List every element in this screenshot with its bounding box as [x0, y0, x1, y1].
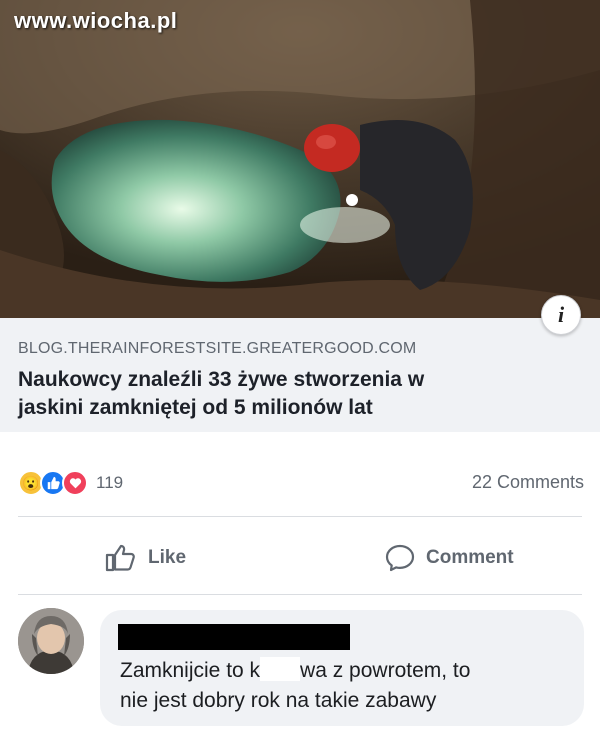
- love-reaction-icon: [62, 470, 88, 496]
- comment-bubble-icon: [385, 544, 415, 572]
- comments-count-link[interactable]: 22 Comments: [472, 472, 584, 493]
- comment-bubble: Zamknijcie to k wa z powrotem, to nie jes…: [100, 610, 584, 726]
- commenter-name-redacted: [118, 624, 350, 650]
- cave-photo-illustration: [0, 0, 600, 318]
- link-title-line-1: Naukowcy znaleźli 33 żywe stworzenia w: [18, 368, 425, 391]
- link-title-line-2: jaskini zamkniętej od 5 milionów lat: [18, 396, 373, 419]
- reactions-summary[interactable]: 😮 119: [18, 468, 123, 498]
- like-button[interactable]: Like: [104, 538, 186, 578]
- comment-button[interactable]: Comment: [384, 538, 514, 578]
- post-photo[interactable]: www.wiocha.pl: [0, 0, 600, 318]
- thumbs-up-icon: [105, 544, 135, 572]
- reaction-count: 119: [96, 473, 124, 492]
- avatar[interactable]: [18, 608, 84, 674]
- watermark-text: www.wiocha.pl: [14, 8, 178, 33]
- comment-line-2: nie jest dobry rok na takie zabawy: [120, 689, 437, 712]
- censor-block: [260, 657, 301, 681]
- comment-text-part-1: Zamknijcie to k: [120, 659, 261, 682]
- link-title: Naukowcy znaleźli 33 żywe stworzenia w j…: [18, 366, 582, 422]
- comment-text-part-2: wa z powrotem, to: [300, 659, 471, 682]
- avatar-photo: [18, 608, 84, 674]
- like-label: Like: [148, 547, 187, 568]
- link-preview[interactable]: BLOG.THERAINFORESTSITE.GREATERGOOD.COM N…: [0, 318, 600, 432]
- comment-label: Comment: [426, 547, 514, 568]
- divider: [18, 516, 582, 517]
- link-domain: BLOG.THERAINFORESTSITE.GREATERGOOD.COM: [18, 340, 417, 357]
- divider: [18, 594, 582, 595]
- comment-line-1: Zamknijcie to k wa z powrotem, to: [120, 656, 470, 686]
- comment-text: Zamknijcie to k wa z powrotem, to nie jes…: [120, 656, 470, 716]
- info-icon[interactable]: i: [541, 295, 581, 335]
